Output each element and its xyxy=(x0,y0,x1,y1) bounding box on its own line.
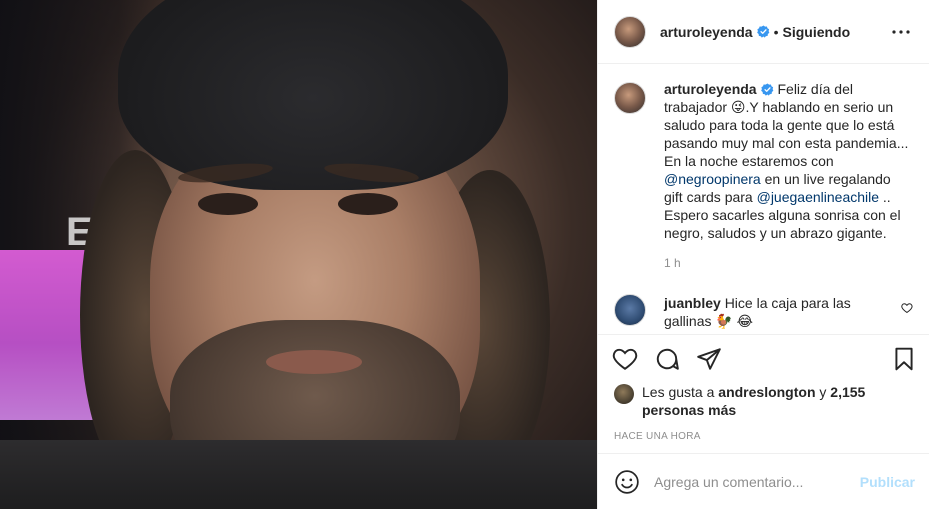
comments-section[interactable]: arturoleyenda Feliz día del trabajador 😜… xyxy=(598,64,929,335)
caption-username[interactable]: arturoleyenda xyxy=(664,81,757,97)
comment-bubble-icon[interactable] xyxy=(654,346,680,372)
caption-body: arturoleyenda Feliz día del trabajador 😜… xyxy=(664,80,913,272)
author-avatar[interactable] xyxy=(614,15,646,48)
post-header: arturoleyenda • Siguiendo xyxy=(598,0,929,64)
header-separator: • xyxy=(773,23,779,40)
share-paper-plane-icon[interactable] xyxy=(696,346,722,372)
caption-avatar[interactable] xyxy=(614,82,646,114)
commenter-avatar[interactable] xyxy=(614,294,646,326)
lips xyxy=(266,350,362,374)
post-actions xyxy=(598,335,929,383)
publish-button[interactable]: Publicar xyxy=(860,474,915,490)
mention-link[interactable]: @juegaenlineachile xyxy=(757,189,879,205)
comment-body: juanbley Hice la caja para las gallinas … xyxy=(664,294,901,330)
verified-badge-icon xyxy=(760,83,773,96)
commenter-username[interactable]: juanbley xyxy=(664,295,721,311)
instagram-post-view: E arturoleyenda • Siguiendo arturoleyend… xyxy=(0,0,929,509)
cap xyxy=(118,0,508,190)
emoji-smiley-icon[interactable] xyxy=(614,469,640,495)
likes-prefix: Les gusta a xyxy=(642,384,715,400)
like-comment-heart-icon[interactable] xyxy=(901,302,913,314)
follow-button[interactable]: Siguiendo xyxy=(783,24,851,40)
comment-composer: Publicar xyxy=(598,453,929,509)
like-heart-icon[interactable] xyxy=(612,346,638,372)
post-media[interactable]: E xyxy=(0,0,597,509)
mention-link[interactable]: @negroopinera xyxy=(664,171,761,187)
caption-time[interactable]: 1 h xyxy=(664,254,913,272)
more-options-icon[interactable] xyxy=(889,20,913,44)
likes-summary: Les gusta a andreslongton y 2,155 person… xyxy=(598,383,929,419)
comment-input[interactable] xyxy=(654,473,860,490)
comment-item: juanbley Hice la caja para las gallinas … xyxy=(614,294,913,330)
caption: arturoleyenda Feliz día del trabajador 😜… xyxy=(614,80,913,272)
liker-avatar[interactable] xyxy=(614,384,634,404)
post-side-panel: arturoleyenda • Siguiendo arturoleyenda xyxy=(597,0,929,509)
eye-right xyxy=(338,193,398,215)
author-username[interactable]: arturoleyenda xyxy=(660,24,753,40)
liker-username[interactable]: andreslongton xyxy=(718,384,815,400)
likes-conj: y xyxy=(819,384,827,400)
verified-badge-icon xyxy=(756,25,769,38)
shirt xyxy=(0,440,597,509)
save-bookmark-icon[interactable] xyxy=(891,346,917,372)
likes-text: Les gusta a andreslongton y 2,155 person… xyxy=(642,383,913,419)
eye-left xyxy=(198,193,258,215)
post-timestamp[interactable]: Hace una hora xyxy=(598,419,929,453)
